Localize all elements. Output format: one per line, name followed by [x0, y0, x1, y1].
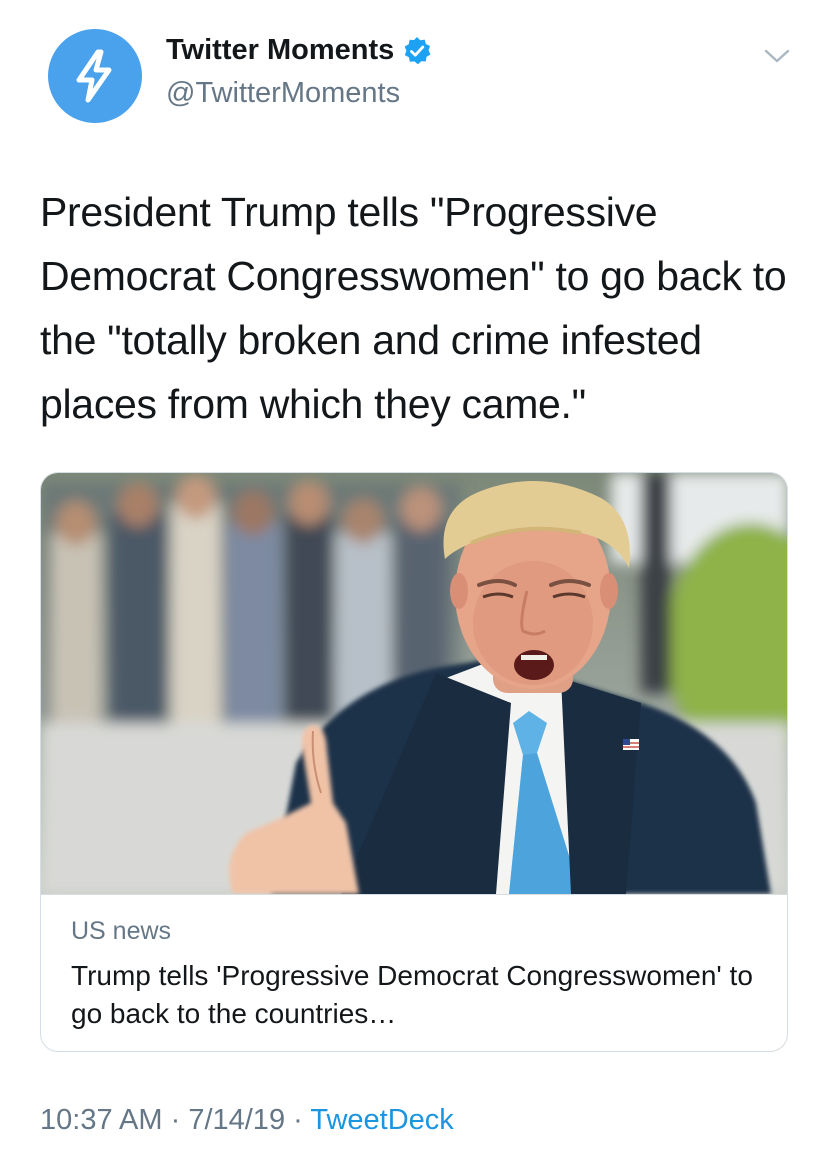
- chevron-down-icon[interactable]: [762, 46, 792, 66]
- meta-separator: ·: [162, 1104, 189, 1136]
- avatar[interactable]: [48, 29, 142, 123]
- lightning-bolt-icon: [76, 49, 112, 103]
- tweet-date[interactable]: 7/14/19: [188, 1104, 285, 1136]
- display-name[interactable]: Twitter Moments: [166, 34, 394, 67]
- tweet-header: Twitter Moments @TwitterMoments: [0, 0, 828, 160]
- meta-separator: ·: [285, 1104, 311, 1136]
- tweet-source-link[interactable]: TweetDeck: [310, 1104, 453, 1136]
- card-domain: US news: [71, 917, 172, 945]
- name-row: Twitter Moments: [166, 34, 432, 67]
- card-divider: [41, 894, 787, 895]
- tweet-meta: 10:37 AM · 7/14/19 · TweetDeck: [40, 1104, 454, 1137]
- card-title[interactable]: Trump tells 'Progressive Democrat Congre…: [71, 957, 771, 1033]
- verified-badge-icon: [404, 36, 431, 64]
- link-card[interactable]: US news Trump tells 'Progressive Democra…: [40, 472, 788, 1052]
- card-image[interactable]: [41, 473, 788, 894]
- handle[interactable]: @TwitterMoments: [166, 77, 400, 110]
- tweet-time[interactable]: 10:37 AM: [40, 1104, 163, 1136]
- tweet-text: President Trump tells "Progressive Democ…: [40, 189, 787, 427]
